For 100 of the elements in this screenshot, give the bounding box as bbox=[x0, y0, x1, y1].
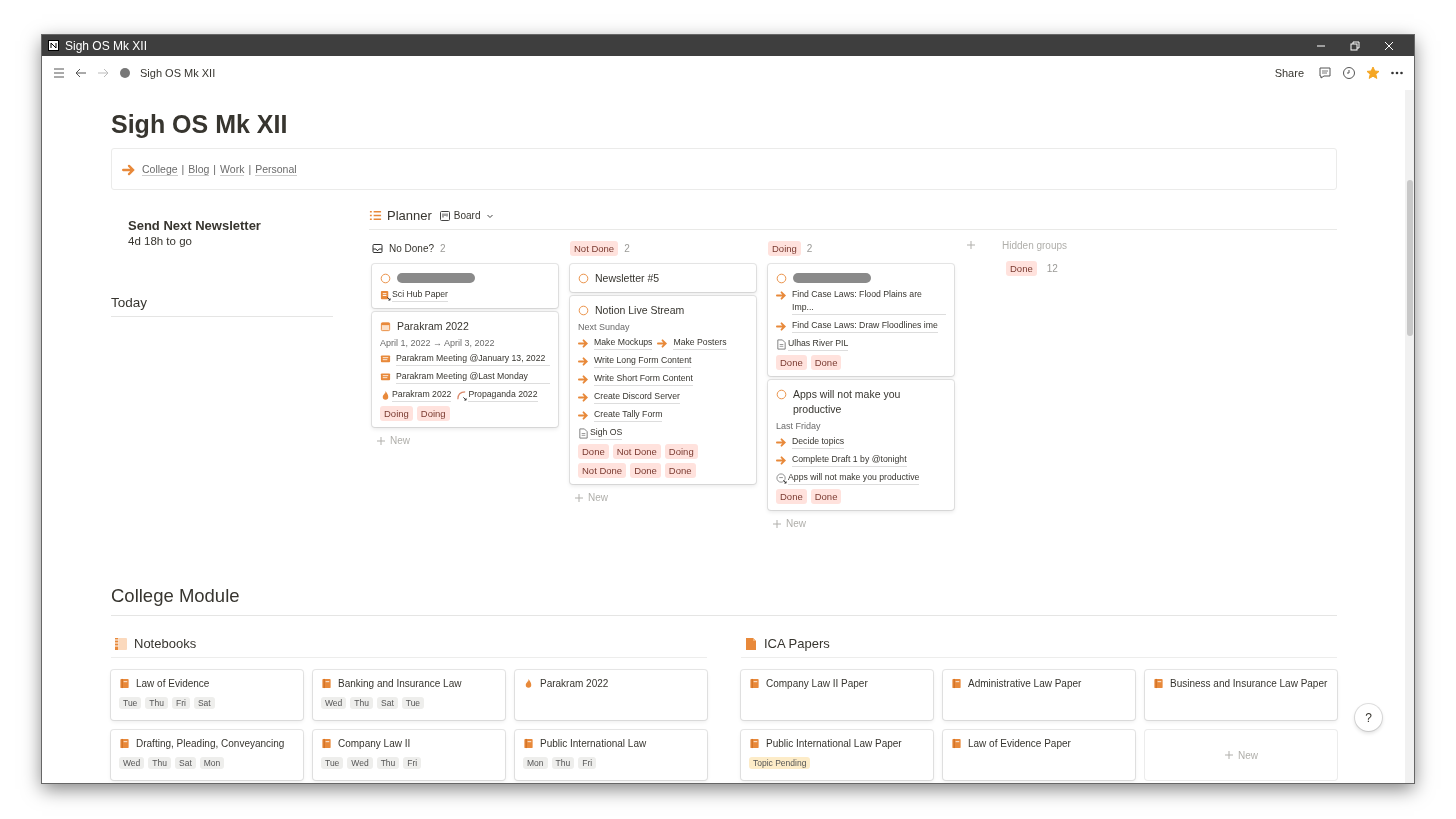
book-icon bbox=[321, 738, 332, 749]
arrow-icon bbox=[578, 356, 589, 367]
gallery-card[interactable]: Law of Evidence Paper bbox=[943, 730, 1135, 780]
arrow-icon bbox=[578, 338, 589, 349]
card-title: Apps will not make you productive bbox=[793, 387, 902, 417]
nav-link[interactable]: Personal bbox=[255, 162, 297, 176]
separator-text: | bbox=[248, 163, 252, 175]
board-card[interactable]: Apps will not make you productive Last Friday Decide topics Complete Draft 1 by @tonight Apps will not make you productive Done Done bbox=[768, 380, 954, 510]
circle-icon[interactable] bbox=[578, 305, 589, 316]
circle-icon[interactable] bbox=[380, 273, 391, 284]
task-link[interactable]: Find Case Laws: Flood Plains are Imp... bbox=[792, 288, 946, 315]
forward-icon[interactable] bbox=[96, 66, 110, 80]
gallery-card[interactable]: Business and Insurance Law Paper bbox=[1145, 670, 1337, 720]
tag: Tue bbox=[321, 757, 344, 769]
gallery-card[interactable]: Company Law II Paper bbox=[741, 670, 933, 720]
nav-link[interactable]: College bbox=[142, 162, 178, 176]
gallery-card[interactable]: Public International Law Paper Topic Pending bbox=[741, 730, 933, 780]
arrow-icon bbox=[776, 455, 787, 466]
board-card[interactable]: Parakram 2022 April 1, 2022 → April 3, 2022 Parakram Meeting @January 13, 2022 Parakram Meeting @Last Monday Parakram 2022 Propaganda 2022 Doing Doing bbox=[372, 312, 558, 427]
task-link[interactable]: Make Mockups bbox=[594, 336, 653, 350]
restore-icon[interactable] bbox=[1350, 40, 1360, 51]
gallery-card[interactable]: Parakram 2022 bbox=[515, 670, 707, 720]
task-link[interactable]: Write Short Form Content bbox=[594, 372, 693, 386]
task-link[interactable]: Decide topics bbox=[792, 435, 845, 449]
hidden-groups-label: Hidden groups bbox=[1002, 240, 1068, 251]
gallery-card[interactable]: Drafting, Pleading, Conveyancing Wed Thu Sat Mon bbox=[111, 730, 303, 780]
gallery-card[interactable]: Public International Law Mon Thu Fri bbox=[515, 730, 707, 780]
card-title: Newsletter #5 bbox=[595, 271, 660, 286]
circle-icon[interactable] bbox=[776, 389, 787, 400]
status-tag: Done bbox=[810, 489, 842, 504]
board-card[interactable]: Newsletter #5 bbox=[570, 264, 756, 292]
gallery-card[interactable]: Law of Evidence Tue Thu Fri Sat bbox=[111, 670, 303, 720]
tag: Fri bbox=[403, 757, 422, 769]
close-icon[interactable] bbox=[1384, 40, 1394, 51]
card-title: Administrative Law Paper bbox=[968, 678, 1082, 689]
page-link[interactable]: Sci Hub Paper bbox=[392, 288, 448, 302]
task-link[interactable]: Create Discord Server bbox=[594, 390, 680, 404]
nav-link[interactable]: Blog bbox=[188, 162, 210, 176]
separator-text: | bbox=[181, 163, 185, 175]
card-title: Parakram 2022 bbox=[397, 319, 469, 334]
tag: Sat bbox=[193, 697, 215, 709]
status-tag: Done bbox=[776, 489, 807, 504]
book-icon bbox=[951, 678, 962, 689]
share-button[interactable]: Share bbox=[1270, 65, 1308, 81]
circle-icon[interactable] bbox=[578, 273, 589, 284]
page-link[interactable]: Ulhas River PIL bbox=[788, 337, 849, 351]
add-group-icon[interactable] bbox=[966, 240, 976, 250]
page-link[interactable]: Apps will not make you productive bbox=[788, 471, 920, 485]
tag: Mon bbox=[199, 757, 225, 769]
book-icon bbox=[321, 678, 332, 689]
curve-icon bbox=[456, 390, 468, 401]
card-title: Law of Evidence bbox=[136, 678, 210, 689]
tag: Wed bbox=[347, 757, 373, 769]
status-tag: Doing bbox=[380, 406, 413, 421]
group-tag: Not Done bbox=[570, 240, 619, 256]
board-card[interactable]: Notion Live Stream Next Sunday Make Mockups Make Posters Write Long Form Content Write Short Form Content Create Discord Server Create Tally Form Sigh OS Done Not Done Doing Not Done Done Done bbox=[570, 296, 756, 484]
page-link[interactable]: Sigh OS bbox=[590, 426, 623, 440]
plus-icon bbox=[1224, 750, 1234, 760]
tag: Sat bbox=[175, 757, 196, 769]
task-link[interactable]: Complete Draft 1 by @tonight bbox=[792, 453, 907, 467]
book-icon bbox=[1153, 678, 1164, 689]
breadcrumb-link[interactable]: Sigh OS Mk XII bbox=[140, 67, 216, 79]
card-title: Company Law II bbox=[338, 738, 411, 749]
group-count: 2 bbox=[624, 242, 630, 254]
section-heading: Today bbox=[111, 295, 333, 317]
task-link[interactable]: Make Posters bbox=[673, 336, 727, 350]
page-link[interactable]: Propaganda 2022 bbox=[468, 388, 538, 402]
menu-icon[interactable] bbox=[52, 66, 66, 80]
clock-icon[interactable] bbox=[1342, 66, 1356, 80]
window-title: Sigh OS Mk XII bbox=[65, 38, 149, 53]
status-tag: Doing bbox=[664, 444, 698, 459]
document-icon bbox=[776, 339, 787, 350]
group-tag[interactable]: Done bbox=[1006, 261, 1037, 276]
tag: Thu bbox=[350, 697, 373, 709]
card-title: Law of Evidence Paper bbox=[968, 738, 1071, 749]
gallery-card[interactable]: Banking and Insurance Law Wed Thu Sat Tue bbox=[313, 670, 505, 720]
view-dropdown[interactable]: Board bbox=[439, 210, 495, 221]
gallery-card[interactable]: Administrative Law Paper bbox=[943, 670, 1135, 720]
tag: Wed bbox=[119, 757, 145, 769]
gallery-card[interactable]: Company Law II Tue Wed Thu Fri bbox=[313, 730, 505, 780]
board-card[interactable]: Find Case Laws: Flood Plains are Imp... Find Case Laws: Draw Floodlines ime Ulhas River PIL Done Done bbox=[768, 264, 954, 376]
scrollbar-thumb[interactable] bbox=[1406, 180, 1413, 336]
group-label: No Done? bbox=[389, 242, 435, 254]
tag: Thu bbox=[376, 757, 400, 769]
task-link[interactable]: Find Case Laws: Draw Floodlines ime bbox=[792, 319, 938, 333]
note-icon bbox=[380, 290, 391, 301]
back-icon[interactable] bbox=[74, 66, 88, 80]
page-link[interactable]: Parakram 2022 bbox=[392, 388, 452, 402]
mention-link[interactable]: Parakram Meeting @January 13, 2022 bbox=[396, 352, 550, 366]
flame-icon bbox=[380, 390, 391, 401]
task-link[interactable]: Create Tally Form bbox=[594, 408, 663, 422]
circle-icon[interactable] bbox=[776, 273, 787, 284]
task-link[interactable]: Write Long Form Content bbox=[594, 354, 692, 368]
nav-link[interactable]: Work bbox=[220, 162, 245, 176]
comment-icon[interactable] bbox=[1318, 66, 1332, 80]
star-icon[interactable] bbox=[1366, 66, 1380, 80]
flame-icon bbox=[523, 678, 534, 689]
date-text: Next Sunday bbox=[578, 322, 631, 332]
board-card[interactable]: Sci Hub Paper bbox=[372, 264, 558, 308]
mention-link[interactable]: Parakram Meeting @Last Monday bbox=[396, 370, 550, 384]
